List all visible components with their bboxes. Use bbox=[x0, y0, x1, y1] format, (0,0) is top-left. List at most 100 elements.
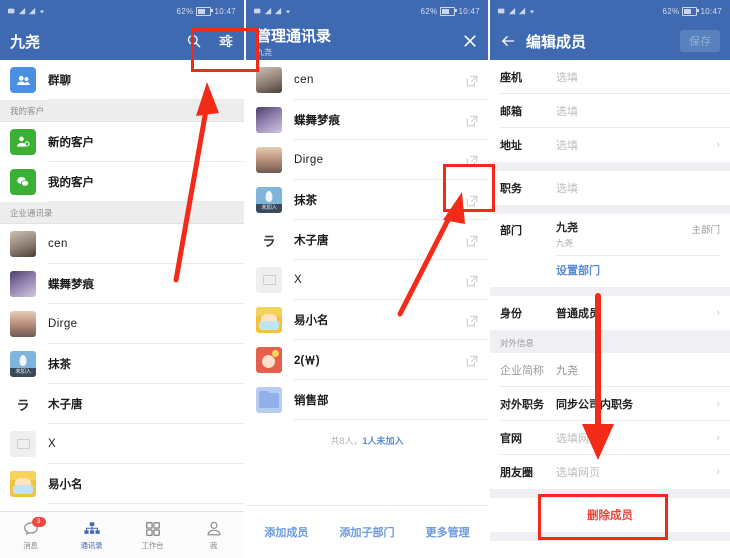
add-subdept-button[interactable]: 添加子部门 bbox=[327, 524, 408, 540]
navbar-panel1: 九尧 bbox=[0, 22, 244, 60]
status-time: 10:47 bbox=[214, 6, 236, 16]
field-value: 选填 bbox=[556, 183, 578, 195]
status-time: 10:47 bbox=[700, 6, 722, 16]
tab-contacts[interactable]: 通讯录 bbox=[61, 520, 122, 551]
avatar bbox=[256, 267, 282, 293]
edit-icon[interactable] bbox=[466, 354, 478, 367]
chevron-right-icon: › bbox=[716, 397, 720, 410]
avatar bbox=[10, 311, 36, 337]
battery-icon bbox=[682, 6, 700, 16]
list-item-contact[interactable]: 蝶舞梦痕 bbox=[0, 264, 244, 304]
field-value: 选填 bbox=[556, 106, 578, 118]
table-row[interactable]: 未加入 抹茶 bbox=[246, 180, 488, 220]
avatar bbox=[256, 67, 282, 93]
table-row[interactable]: 易小名 bbox=[246, 300, 488, 340]
edit-icon[interactable] bbox=[466, 114, 478, 127]
tab-workbench[interactable]: 工作台 bbox=[122, 520, 183, 551]
table-row[interactable]: 蝶舞梦痕 bbox=[246, 100, 488, 140]
tab-label: 我 bbox=[209, 540, 218, 550]
list-item-contact[interactable]: X bbox=[0, 424, 244, 464]
field-address[interactable]: 地址 选填 › bbox=[490, 128, 730, 162]
field-value: 同步公司内职务 bbox=[556, 398, 633, 411]
org-icon bbox=[83, 520, 101, 538]
list-item-contact[interactable]: Dirge bbox=[0, 304, 244, 344]
field-position[interactable]: 职务 选填 bbox=[490, 171, 730, 205]
table-row[interactable]: cen bbox=[246, 60, 488, 100]
grid-icon bbox=[144, 520, 162, 538]
department-path: 九尧 bbox=[556, 237, 574, 248]
set-department-link[interactable]: 设置部门 bbox=[490, 254, 730, 287]
tab-me[interactable]: 我 bbox=[183, 520, 244, 551]
field-label: 部门 bbox=[500, 225, 522, 237]
avatar: 未加入 bbox=[256, 187, 282, 213]
page-title: 编辑成员 bbox=[526, 33, 587, 51]
avatar: ラ bbox=[16, 397, 30, 413]
delete-member-button[interactable]: 删除成员 bbox=[490, 497, 730, 532]
list-item-contact[interactable]: 未加入 抹茶 bbox=[0, 344, 244, 384]
list-item-new-customer[interactable]: 新的客户 bbox=[0, 122, 244, 162]
field-moments[interactable]: 朋友圈 选填网页 › bbox=[490, 454, 730, 489]
edit-icon[interactable] bbox=[466, 154, 478, 167]
member-name: 2(￦) bbox=[294, 355, 320, 367]
page-subtitle: 九尧 bbox=[256, 47, 272, 57]
status-signal-icons bbox=[498, 7, 536, 15]
member-count: 共8人，1人未加入 bbox=[246, 420, 488, 447]
list-item-group-chat[interactable]: 群聊 bbox=[0, 60, 244, 100]
status-battery-time: 62% 10:47 bbox=[421, 6, 480, 16]
section-divider bbox=[490, 488, 730, 498]
field-identity[interactable]: 身份 普通成员 › bbox=[490, 295, 730, 330]
avatar bbox=[10, 431, 36, 457]
field-label: 对外职务 bbox=[500, 398, 544, 411]
edit-icon[interactable] bbox=[466, 74, 478, 87]
navbar-panel2: 管理通讯录 九尧 bbox=[246, 22, 488, 60]
chat-icon: 3 bbox=[22, 516, 46, 538]
count-prefix: 共8人， bbox=[330, 436, 363, 446]
chevron-right-icon: › bbox=[716, 306, 720, 319]
page-title: 九尧 bbox=[10, 33, 41, 51]
save-button[interactable]: 保存 bbox=[680, 30, 720, 52]
table-row[interactable]: Dirge bbox=[246, 140, 488, 180]
filter-icon[interactable] bbox=[218, 33, 234, 49]
field-label: 地址 bbox=[500, 140, 522, 152]
section-divider bbox=[490, 531, 730, 541]
field-landline[interactable]: 座机 选填 bbox=[490, 60, 730, 94]
field-official-website[interactable]: 官网 选填网页 › bbox=[490, 420, 730, 455]
more-manage-button[interactable]: 更多管理 bbox=[407, 524, 488, 540]
battery-percent: 62% bbox=[176, 6, 194, 16]
field-label: 职务 bbox=[500, 183, 522, 195]
table-row[interactable]: X bbox=[246, 260, 488, 300]
field-value: 选填网页 bbox=[556, 466, 600, 479]
field-company-short-name: 企业简称 九尧 bbox=[490, 352, 730, 387]
panel-contacts-home: 62% 10:47 九尧 群聊 我的客户 新的客户 我的客户 企业通讯录 cen… bbox=[0, 0, 244, 558]
search-icon[interactable] bbox=[186, 33, 202, 49]
field-label: 身份 bbox=[500, 307, 522, 320]
field-external-position[interactable]: 对外职务 同步公司内职务 › bbox=[490, 386, 730, 421]
list-item-contact[interactable]: cen bbox=[0, 224, 244, 264]
status-bar-3: 62% 10:47 bbox=[490, 0, 730, 22]
edit-icon[interactable] bbox=[466, 274, 478, 287]
back-arrow-icon[interactable] bbox=[500, 33, 516, 49]
table-row[interactable]: ラ 木子唐 bbox=[246, 220, 488, 260]
list-item-contact[interactable]: ラ 木子唐 bbox=[0, 384, 244, 424]
edit-icon[interactable] bbox=[466, 314, 478, 327]
table-row[interactable]: 2(￦) bbox=[246, 340, 488, 380]
field-email[interactable]: 邮箱 选填 bbox=[490, 94, 730, 128]
tab-label: 通讯录 bbox=[80, 540, 103, 550]
my-customer-icon bbox=[10, 169, 36, 195]
panel2-footer: 添加成员 添加子部门 更多管理 bbox=[246, 505, 488, 558]
avatar: ラ bbox=[262, 233, 276, 249]
edit-icon[interactable] bbox=[466, 194, 478, 207]
list-item-my-customer[interactable]: 我的客户 bbox=[0, 162, 244, 202]
member-name: 易小名 bbox=[294, 315, 329, 327]
field-value: 选填 bbox=[556, 140, 578, 152]
list-item-contact[interactable]: 易小名 bbox=[0, 464, 244, 504]
section-external-info: 对外信息 bbox=[490, 329, 730, 353]
field-value: 选填 bbox=[556, 72, 578, 84]
count-not-joined-link[interactable]: 1人未加入 bbox=[363, 436, 404, 446]
add-member-button[interactable]: 添加成员 bbox=[246, 524, 327, 540]
tab-messages[interactable]: 3 消息 bbox=[0, 516, 61, 551]
close-icon[interactable] bbox=[462, 33, 478, 49]
edit-icon[interactable] bbox=[466, 234, 478, 247]
table-row-department[interactable]: 销售部 bbox=[246, 380, 488, 420]
field-department[interactable]: 部门 九尧 九尧 主部门 bbox=[490, 214, 730, 255]
